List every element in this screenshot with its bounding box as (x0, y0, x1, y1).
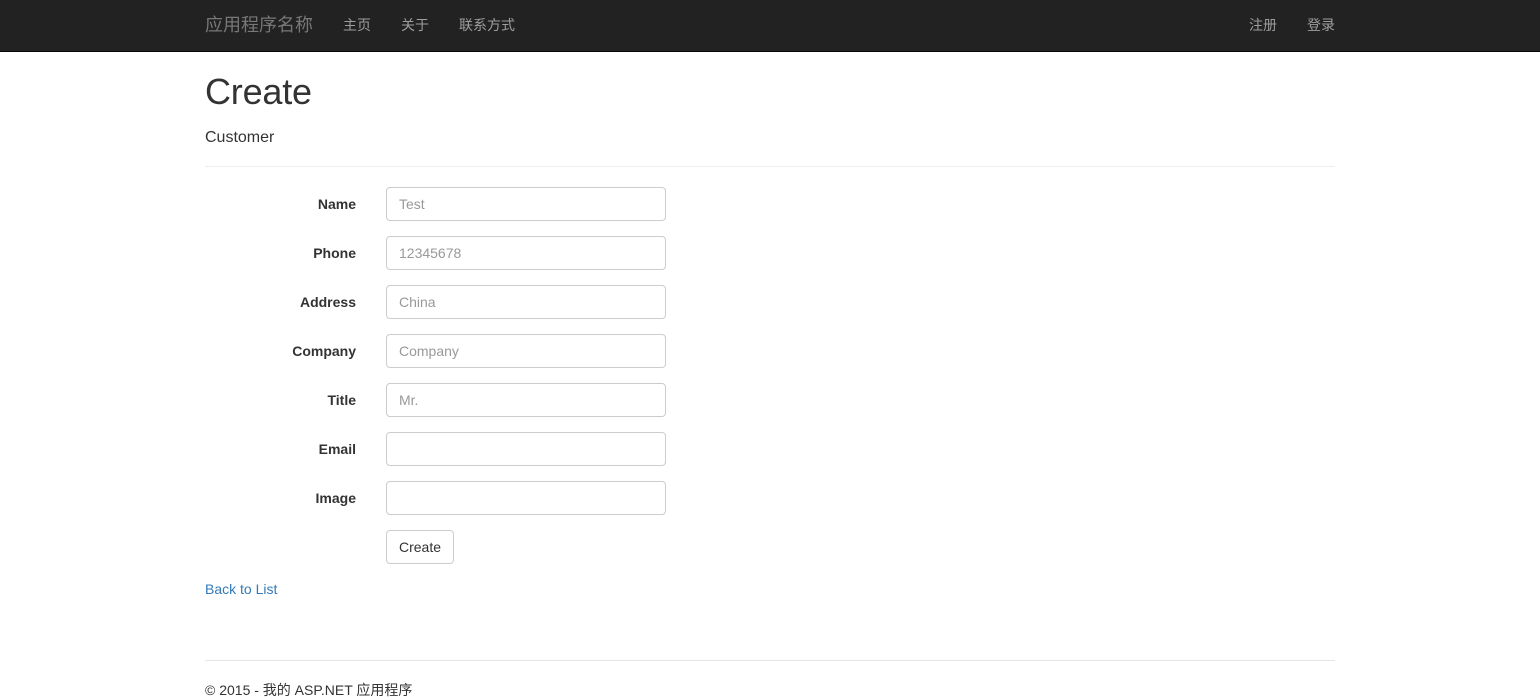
image-input[interactable] (386, 481, 666, 516)
page-subtitle: Customer (205, 128, 275, 146)
name-input[interactable] (386, 187, 666, 222)
title-input[interactable] (386, 383, 666, 418)
navbar-inner: 应用程序名称 主页 关于 联系方式 注册 登录 (190, 0, 1350, 51)
field-wrap-email (386, 432, 666, 467)
nav-link-about[interactable]: 关于 (386, 0, 444, 51)
field-wrap-address (386, 285, 666, 320)
form-row-company: Company (205, 334, 1335, 369)
label-title: Title (327, 392, 356, 409)
field-wrap-name (386, 187, 666, 222)
form-row-title: Title (205, 383, 1335, 418)
field-wrap-title (386, 383, 666, 418)
field-wrap-phone (386, 236, 666, 271)
form-row-submit: Create (205, 530, 1335, 565)
top-navbar: 应用程序名称 主页 关于 联系方式 注册 登录 (0, 0, 1540, 52)
form-row-image: Image (205, 481, 1335, 516)
address-input[interactable] (386, 285, 666, 320)
form-row-email: Email (205, 432, 1335, 467)
email-input[interactable] (386, 432, 666, 467)
back-to-list-link[interactable]: Back to List (205, 581, 277, 597)
label-company: Company (292, 343, 356, 360)
submit-wrap: Create (386, 530, 455, 565)
form-row-address: Address (205, 285, 1335, 320)
create-button[interactable]: Create (386, 530, 455, 565)
page-title: Create (205, 71, 312, 112)
nav-link-contact[interactable]: 联系方式 (444, 0, 530, 51)
navbar-brand[interactable]: 应用程序名称 (190, 0, 328, 51)
label-address: Address (299, 294, 356, 311)
form-row-phone: Phone (205, 236, 1335, 271)
back-link-row: Back to List (205, 579, 1335, 599)
header-divider (205, 166, 1335, 168)
nav-link-login[interactable]: 登录 (1292, 0, 1350, 51)
page-footer: © 2015 - 我的 ASP.NET 应用程序 (205, 660, 1335, 700)
nav-link-register[interactable]: 注册 (1234, 0, 1292, 51)
field-wrap-image (386, 481, 666, 516)
nav-link-home[interactable]: 主页 (328, 0, 386, 51)
field-wrap-company (386, 334, 666, 369)
main-container: Create Customer Name Phone Address Compa… (190, 71, 1350, 698)
navbar-right-group: 注册 登录 (1234, 0, 1350, 51)
label-email: Email (318, 441, 356, 458)
label-image: Image (315, 490, 356, 507)
form-row-name: Name (205, 187, 1335, 222)
phone-input[interactable] (386, 236, 666, 271)
label-phone: Phone (313, 245, 356, 262)
label-name: Name (317, 196, 356, 213)
create-customer-form: Name Phone Address Company Title (205, 187, 1335, 565)
navbar-left-group: 应用程序名称 主页 关于 联系方式 (190, 0, 530, 51)
footer-copyright: © 2015 - 我的 ASP.NET 应用程序 (205, 682, 413, 698)
company-input[interactable] (386, 334, 666, 369)
